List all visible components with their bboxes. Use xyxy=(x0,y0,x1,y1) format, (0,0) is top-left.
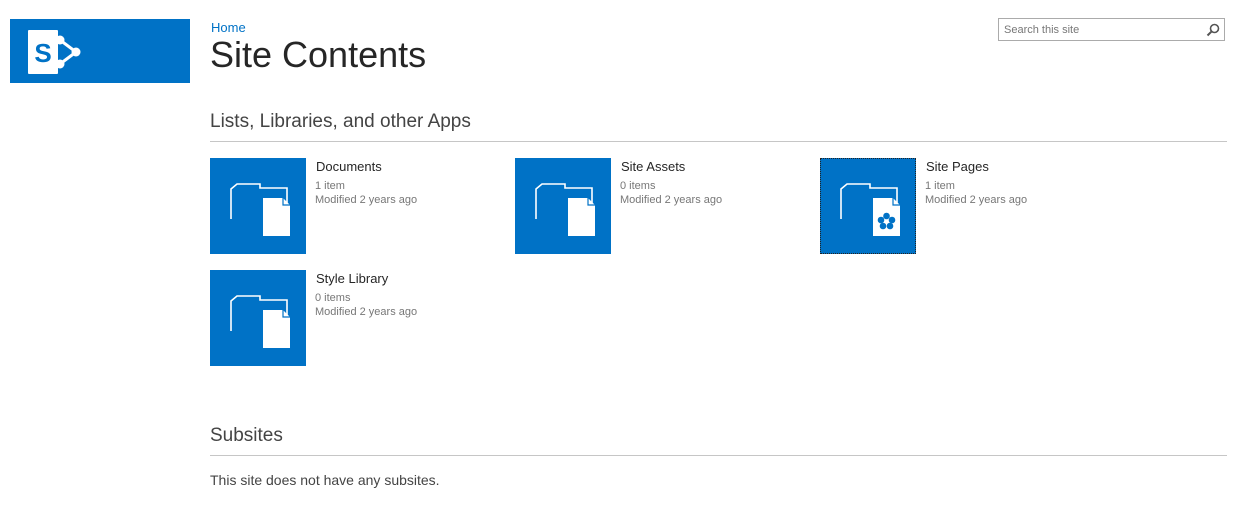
tile-modified: Modified 2 years ago xyxy=(315,194,418,206)
tile-modified: Modified 2 years ago xyxy=(925,194,1028,206)
tile-item-count: 1 item xyxy=(315,180,345,192)
tile-modified: Modified 2 years ago xyxy=(620,194,723,206)
subsites-section-heading: Subsites xyxy=(210,425,283,446)
sharepoint-logo-icon: S xyxy=(28,30,81,74)
tile-thumbnail[interactable] xyxy=(210,158,306,254)
subsites-empty-message: This site does not have any subsites. xyxy=(210,472,440,488)
tile-thumbnail[interactable] xyxy=(210,270,306,366)
tile-thumbnail[interactable] xyxy=(515,158,611,254)
app-tile-style-library[interactable]: Style Library 0 items Modified 2 years a… xyxy=(210,270,510,366)
document-library-icon xyxy=(230,183,290,236)
app-tile-site-assets[interactable]: Site Assets 0 items Modified 2 years ago xyxy=(515,158,815,254)
apps-section-divider xyxy=(210,141,1227,142)
tile-name[interactable]: Style Library xyxy=(316,271,388,286)
svg-text:S: S xyxy=(34,38,51,68)
document-library-icon xyxy=(535,183,595,236)
search-box xyxy=(998,18,1225,41)
document-library-icon xyxy=(230,295,290,348)
search-input[interactable] xyxy=(999,19,1209,40)
search-icon[interactable] xyxy=(1206,23,1220,37)
apps-section-heading: Lists, Libraries, and other Apps xyxy=(210,111,471,132)
app-tile-site-pages[interactable]: Site Pages 1 item Modified 2 years ago xyxy=(820,158,1120,254)
app-tile-documents[interactable]: Documents 1 item Modified 2 years ago xyxy=(210,158,510,254)
page-title: Site Contents xyxy=(210,34,427,75)
tile-item-count: 1 item xyxy=(925,180,955,192)
wiki-page-library-icon xyxy=(840,183,900,236)
tile-name[interactable]: Site Pages xyxy=(926,159,989,174)
sharepoint-logo[interactable]: S xyxy=(10,19,190,83)
subsites-section-divider xyxy=(210,455,1227,456)
tile-item-count: 0 items xyxy=(620,180,656,192)
tile-item-count: 0 items xyxy=(315,292,351,304)
tile-thumbnail[interactable] xyxy=(820,158,916,254)
breadcrumb-home-link[interactable]: Home xyxy=(211,20,246,35)
tile-name[interactable]: Site Assets xyxy=(621,159,685,174)
tile-name[interactable]: Documents xyxy=(316,159,382,174)
tile-modified: Modified 2 years ago xyxy=(315,306,418,318)
